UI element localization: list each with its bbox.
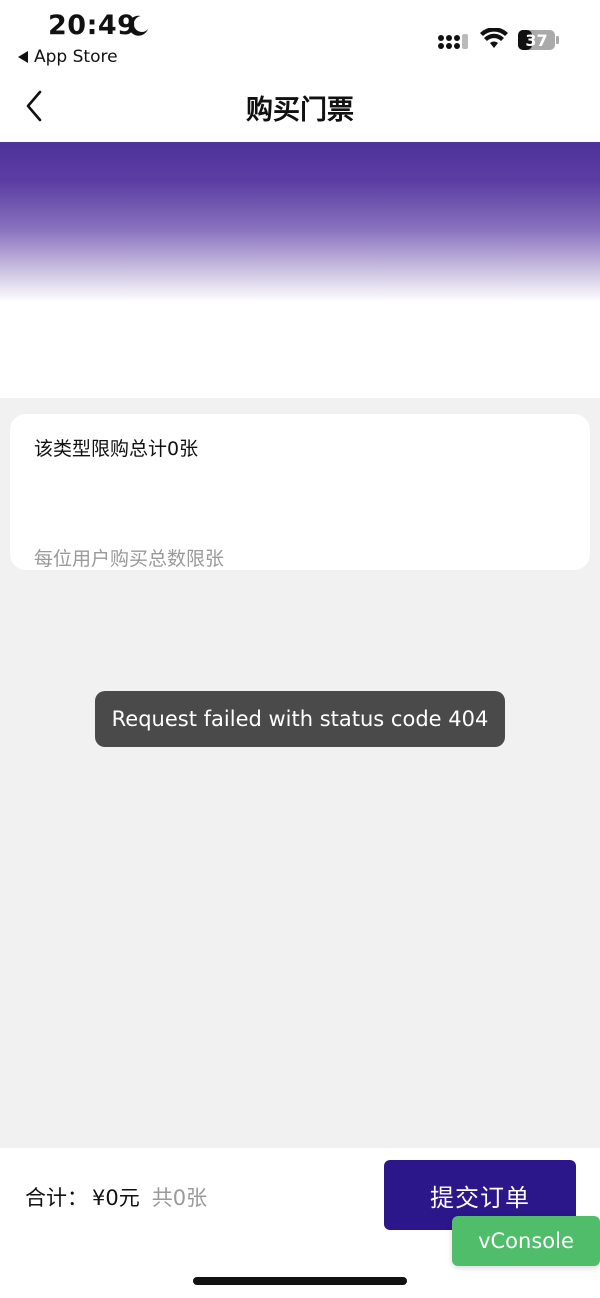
- page-title: 购买门票: [246, 95, 354, 126]
- nav-bar: 购买门票: [0, 72, 600, 142]
- toast-message: Request failed with status code 404: [111, 707, 489, 731]
- battery-level: 37: [525, 30, 548, 50]
- total-label: 合计：: [25, 1186, 88, 1210]
- total-price: ¥0元: [92, 1186, 140, 1210]
- back-app-label: App Store: [34, 47, 118, 67]
- moon-icon: [128, 15, 148, 36]
- signal-icon: [438, 34, 468, 49]
- back-triangle-icon: [18, 51, 28, 63]
- status-bar: 20:49 App Store 37: [0, 0, 600, 72]
- wifi-icon: [480, 28, 508, 48]
- header-banner: [0, 142, 600, 302]
- total-count: 共0张: [151, 1186, 208, 1210]
- home-indicator[interactable]: [193, 1277, 407, 1285]
- vconsole-button[interactable]: vConsole: [452, 1216, 600, 1266]
- order-total: 合计： ¥0元 共0张: [25, 1182, 207, 1212]
- content-area: 该类型限购总计0张 每位用户购买总数限张: [0, 398, 600, 1148]
- limit-total-text: 该类型限购总计0张: [34, 438, 199, 460]
- ticket-limit-card: 该类型限购总计0张 每位用户购买总数限张: [10, 414, 590, 570]
- status-time: 20:49: [48, 10, 137, 41]
- error-toast: Request failed with status code 404: [95, 691, 505, 747]
- back-to-app-store[interactable]: App Store: [18, 47, 118, 67]
- limit-per-user-text: 每位用户购买总数限张: [34, 548, 225, 570]
